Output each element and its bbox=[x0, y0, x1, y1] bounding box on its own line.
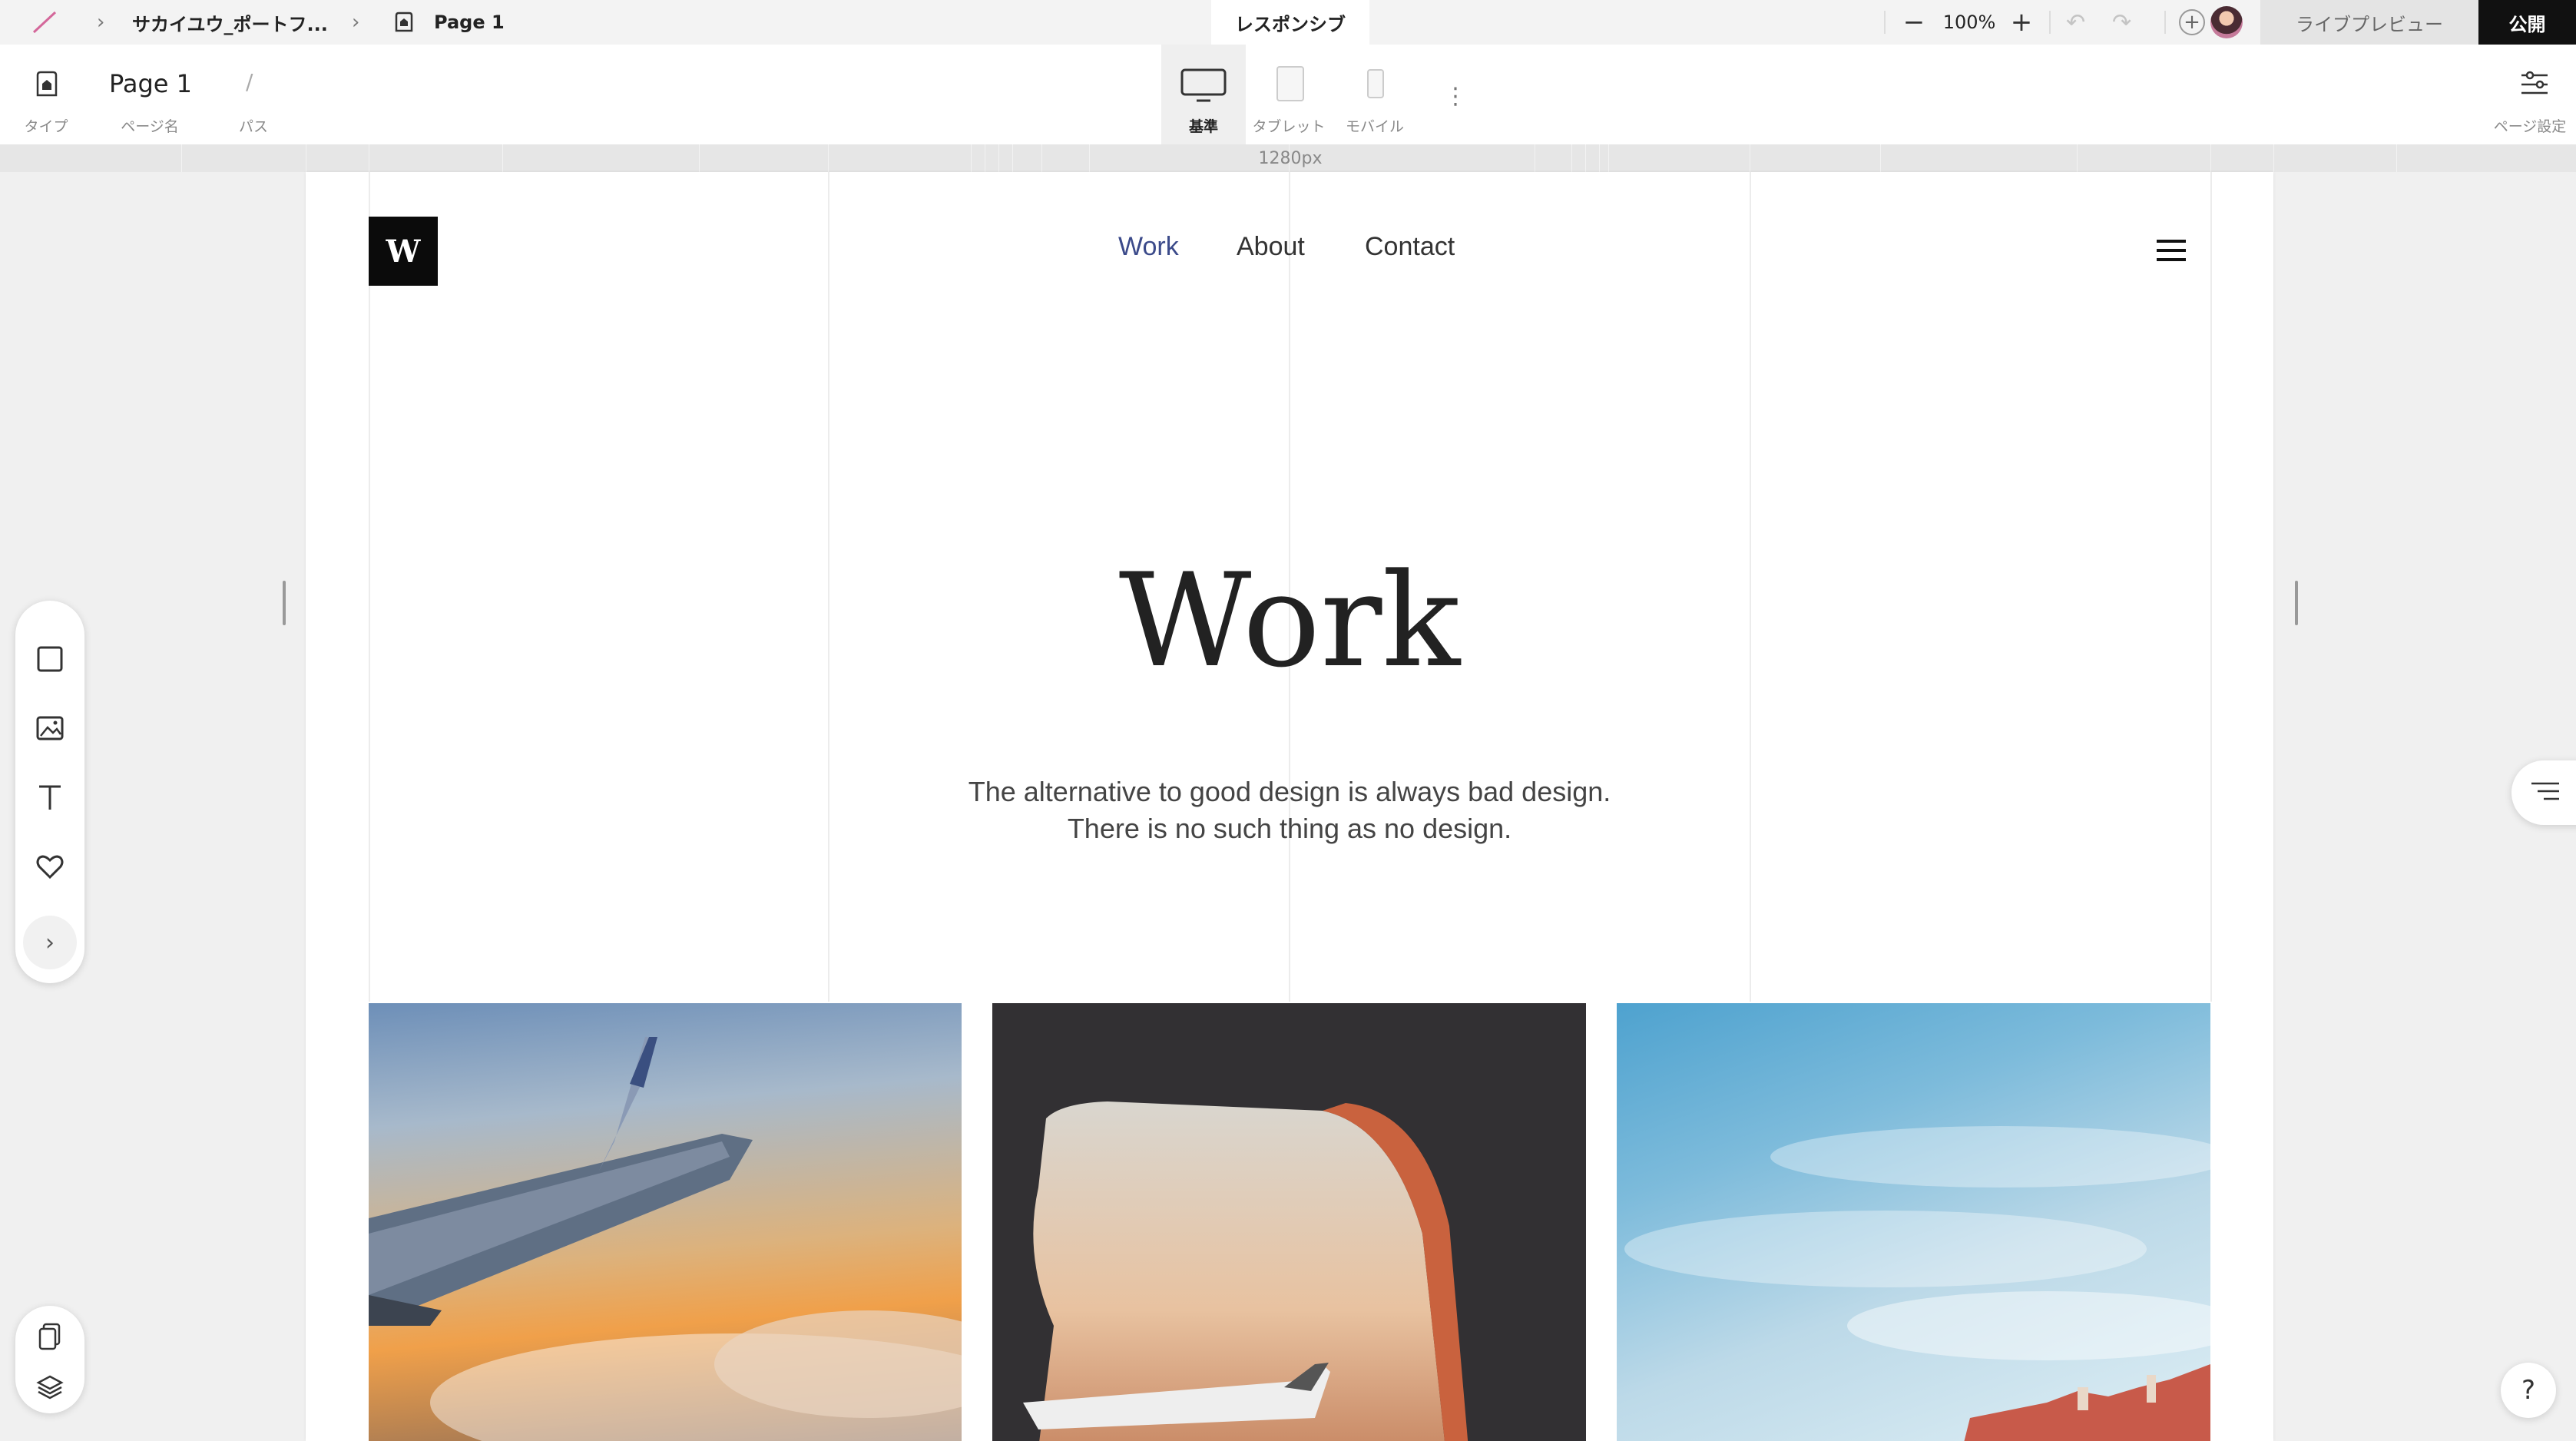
nav-item-work[interactable]: Work bbox=[1118, 232, 1179, 262]
chevron-right-icon: › bbox=[352, 11, 360, 34]
device-desktop-label: 基準 bbox=[1188, 118, 1218, 135]
canvas[interactable]: W Work About Contact Work The alternativ… bbox=[306, 172, 2273, 1441]
zoom-in-button[interactable]: + bbox=[2006, 0, 2037, 45]
zoom-out-button[interactable]: − bbox=[1899, 0, 1929, 45]
gallery-image-airplane-window[interactable] bbox=[992, 1003, 1586, 1441]
outline-icon bbox=[2531, 782, 2559, 800]
settings-sliders-icon[interactable] bbox=[2519, 69, 2550, 97]
page-name-field[interactable]: Page 1 bbox=[109, 69, 192, 98]
divider bbox=[2164, 11, 2166, 34]
sky-illustration bbox=[1624, 1126, 2210, 1441]
page-name-label: ページ名 bbox=[121, 118, 179, 135]
device-mobile-label: モバイル bbox=[1345, 118, 1404, 135]
chevron-right-icon: › bbox=[97, 11, 105, 34]
tagline-line-2[interactable]: There is no such thing as no design. bbox=[306, 813, 2273, 845]
canvas-resize-handle-left[interactable] bbox=[283, 581, 286, 625]
nav-item-contact[interactable]: Contact bbox=[1365, 232, 1455, 262]
device-desktop-button[interactable]: 基準 bbox=[1161, 45, 1246, 144]
undo-button[interactable]: ↶ bbox=[2066, 0, 2085, 45]
responsive-tab[interactable]: レスポンシブ bbox=[1211, 0, 1369, 45]
help-icon[interactable]: ? bbox=[2501, 1363, 2556, 1418]
project-name[interactable]: サカイユウ_ポートフ... bbox=[132, 0, 328, 45]
device-tablet-label: タブレット bbox=[1252, 118, 1326, 135]
pen-icon[interactable] bbox=[31, 9, 58, 35]
tablet-icon bbox=[1276, 66, 1304, 101]
text-icon[interactable] bbox=[35, 782, 65, 813]
add-collaborator-button[interactable]: + bbox=[2179, 9, 2205, 35]
mobile-icon bbox=[1367, 69, 1384, 98]
site-logo[interactable]: W bbox=[369, 217, 438, 286]
avatar[interactable] bbox=[2210, 6, 2243, 38]
gallery-image-sky-building[interactable] bbox=[1617, 1003, 2210, 1441]
more-vertical-icon[interactable]: ⋮ bbox=[1444, 83, 1467, 110]
path-field[interactable]: / bbox=[246, 69, 253, 94]
divider bbox=[2049, 11, 2051, 34]
element-toolbar: › bbox=[15, 601, 84, 983]
top-bar: › サカイユウ_ポートフ... › Page 1 レスポンシブ − 100% +… bbox=[0, 0, 2576, 45]
device-tablet-button[interactable]: タブレット bbox=[1249, 45, 1329, 144]
square-icon[interactable] bbox=[35, 644, 65, 674]
divider bbox=[1884, 11, 1886, 34]
redo-button[interactable]: ↷ bbox=[2112, 0, 2131, 45]
window-illustration bbox=[1023, 1101, 1468, 1441]
monitor-icon bbox=[1180, 68, 1227, 102]
nav-item-about[interactable]: About bbox=[1237, 232, 1305, 262]
hamburger-menu-icon[interactable] bbox=[2157, 240, 2186, 261]
chevron-right-icon[interactable]: › bbox=[23, 916, 77, 969]
canvas-width-label: 1280px bbox=[1258, 148, 1323, 168]
page-crumb[interactable]: Page 1 bbox=[434, 0, 505, 45]
gallery-image-wing-sunset[interactable] bbox=[369, 1003, 962, 1441]
publish-button[interactable]: 公開 bbox=[2478, 0, 2576, 45]
home-page-icon bbox=[395, 12, 413, 32]
zoom-level[interactable]: 100% bbox=[1935, 0, 2003, 45]
type-label: タイプ bbox=[24, 118, 68, 135]
hero-title[interactable]: Work bbox=[306, 556, 2273, 685]
image-icon[interactable] bbox=[35, 713, 65, 744]
panel-switcher bbox=[15, 1306, 84, 1413]
live-preview-button[interactable]: ライブプレビュー bbox=[2260, 0, 2478, 45]
outline-panel-button[interactable] bbox=[2511, 760, 2576, 825]
heart-icon[interactable] bbox=[35, 851, 65, 882]
pages-icon[interactable] bbox=[35, 1321, 65, 1352]
device-mobile-button[interactable]: モバイル bbox=[1335, 45, 1415, 144]
canvas-resize-handle-right[interactable] bbox=[2295, 581, 2298, 625]
wing-illustration bbox=[369, 1036, 962, 1441]
page-type-icon[interactable] bbox=[34, 69, 60, 98]
tagline-line-1[interactable]: The alternative to good design is always… bbox=[306, 776, 2273, 808]
layers-icon[interactable] bbox=[35, 1372, 65, 1403]
page-settings-label: ページ設定 bbox=[2493, 118, 2567, 135]
path-label: パス bbox=[238, 118, 268, 135]
